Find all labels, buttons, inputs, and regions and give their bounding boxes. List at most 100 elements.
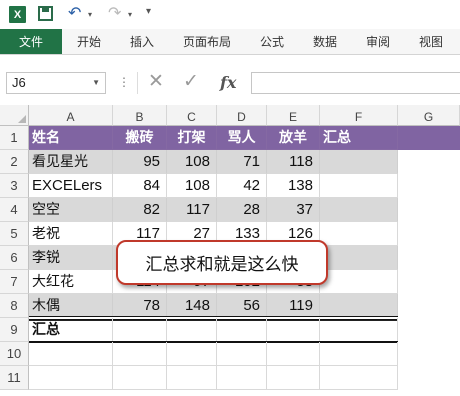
cell-value[interactable]: 138 — [267, 174, 320, 198]
cell-empty[interactable] — [217, 342, 267, 366]
cell-value[interactable]: 118 — [267, 150, 320, 174]
cell-empty[interactable] — [167, 366, 217, 390]
cell-total[interactable] — [320, 294, 398, 318]
cell-name[interactable]: EXCELers — [29, 174, 113, 198]
table-row: EXCELers 84 108 42 138 — [29, 174, 460, 198]
cell-empty[interactable] — [320, 366, 398, 390]
cell-name[interactable]: 李锐 — [29, 246, 113, 270]
cell-name[interactable]: 看见星光 — [29, 150, 113, 174]
column-header-g[interactable]: G — [398, 105, 460, 126]
row-header-8[interactable]: 8 — [0, 294, 29, 318]
column-header-b[interactable]: B — [113, 105, 167, 126]
cell-value[interactable]: 42 — [217, 174, 267, 198]
tab-insert[interactable]: 插入 — [130, 29, 154, 54]
cell-empty[interactable] — [217, 366, 267, 390]
undo-dropdown-icon[interactable]: ▾ — [88, 10, 92, 19]
cell-value[interactable]: 56 — [217, 294, 267, 318]
row-header-10[interactable]: 10 — [0, 342, 29, 366]
select-all-button[interactable] — [0, 105, 29, 126]
row-header-3[interactable]: 3 — [0, 174, 29, 198]
cell-empty[interactable] — [113, 342, 167, 366]
row-header-11[interactable]: 11 — [0, 366, 29, 390]
header-cell-scold[interactable]: 骂人 — [217, 126, 267, 150]
customize-toolbar-icon[interactable]: ▾ — [146, 6, 151, 17]
header-cell-name[interactable]: 姓名 — [29, 126, 113, 150]
cell-value[interactable] — [267, 318, 320, 342]
row-header-4[interactable]: 4 — [0, 198, 29, 222]
cell-total[interactable] — [320, 246, 398, 270]
cell-value[interactable] — [217, 318, 267, 342]
header-cell-fight[interactable]: 打架 — [167, 126, 217, 150]
name-box[interactable]: J6 ▼ — [6, 72, 106, 94]
tab-page-layout[interactable]: 页面布局 — [183, 29, 231, 54]
tab-home[interactable]: 开始 — [77, 29, 101, 54]
cell-value[interactable]: 71 — [217, 150, 267, 174]
column-header-f[interactable]: F — [320, 105, 398, 126]
row-header-7[interactable]: 7 — [0, 270, 29, 294]
excel-logo-icon: X — [9, 6, 26, 23]
tab-formulas[interactable]: 公式 — [260, 29, 284, 54]
cell-value[interactable]: 108 — [167, 174, 217, 198]
row-header-9[interactable]: 9 — [0, 318, 29, 342]
table-row-total: 汇总 — [29, 318, 460, 342]
row-header-1[interactable]: 1 — [0, 126, 29, 150]
chevron-down-icon[interactable]: ▼ — [92, 73, 100, 93]
drag-handle-icon[interactable]: ⋮ — [118, 75, 130, 89]
cell-name[interactable]: 老祝 — [29, 222, 113, 246]
cell-value[interactable]: 78 — [113, 294, 167, 318]
cell-empty[interactable] — [267, 342, 320, 366]
table-row-empty — [29, 366, 460, 390]
header-cell-herd[interactable]: 放羊 — [267, 126, 320, 150]
cell-value[interactable]: 82 — [113, 198, 167, 222]
header-cell-bricks[interactable]: 搬砖 — [113, 126, 167, 150]
tab-file[interactable]: 文件 — [0, 29, 62, 54]
cell-empty[interactable] — [267, 366, 320, 390]
undo-icon[interactable]: ↶ — [68, 3, 81, 22]
cell-total[interactable] — [320, 318, 398, 342]
cell-name[interactable]: 大红花 — [29, 270, 113, 294]
cell-total[interactable] — [320, 174, 398, 198]
cell-empty[interactable] — [167, 342, 217, 366]
row-header-5[interactable]: 5 — [0, 222, 29, 246]
cell-value[interactable]: 108 — [167, 150, 217, 174]
cell-value[interactable]: 119 — [267, 294, 320, 318]
cell-value[interactable]: 95 — [113, 150, 167, 174]
callout-annotation: 汇总求和就是这么快 — [116, 240, 328, 285]
row-header-2[interactable]: 2 — [0, 150, 29, 174]
cell-value[interactable] — [167, 318, 217, 342]
cell-value[interactable]: 28 — [217, 198, 267, 222]
worksheet: A B C D E F G 1 2 3 4 5 6 7 8 9 10 11 姓名… — [0, 105, 460, 396]
save-icon[interactable] — [38, 6, 53, 21]
cell-total[interactable] — [320, 198, 398, 222]
cell-empty[interactable] — [29, 342, 113, 366]
tab-review[interactable]: 审阅 — [366, 29, 390, 54]
header-cell-total[interactable]: 汇总 — [320, 126, 398, 150]
cell-value[interactable]: 37 — [267, 198, 320, 222]
redo-icon[interactable]: ↷ — [108, 3, 121, 22]
row-header-6[interactable]: 6 — [0, 246, 29, 270]
redo-dropdown-icon[interactable]: ▾ — [128, 10, 132, 19]
cell-value[interactable]: 148 — [167, 294, 217, 318]
enter-check-icon[interactable]: ✓ — [183, 70, 199, 92]
cell-value[interactable] — [113, 318, 167, 342]
column-header-a[interactable]: A — [29, 105, 113, 126]
cell-total-label[interactable]: 汇总 — [29, 318, 113, 342]
cell-value[interactable]: 84 — [113, 174, 167, 198]
cell-total[interactable] — [320, 150, 398, 174]
cell-name[interactable]: 木偶 — [29, 294, 113, 318]
column-header-c[interactable]: C — [167, 105, 217, 126]
column-header-d[interactable]: D — [217, 105, 267, 126]
tab-data[interactable]: 数据 — [313, 29, 337, 54]
cell-total[interactable] — [320, 222, 398, 246]
column-header-e[interactable]: E — [267, 105, 320, 126]
cell-total[interactable] — [320, 270, 398, 294]
cell-empty[interactable] — [320, 342, 398, 366]
cell-name[interactable]: 空空 — [29, 198, 113, 222]
cell-empty[interactable] — [113, 366, 167, 390]
cell-empty[interactable] — [29, 366, 113, 390]
cell-value[interactable]: 117 — [167, 198, 217, 222]
cancel-icon[interactable]: ✕ — [148, 70, 164, 92]
formula-input[interactable] — [251, 72, 460, 94]
insert-function-button[interactable]: fx — [220, 73, 236, 92]
tab-view[interactable]: 视图 — [419, 29, 443, 54]
